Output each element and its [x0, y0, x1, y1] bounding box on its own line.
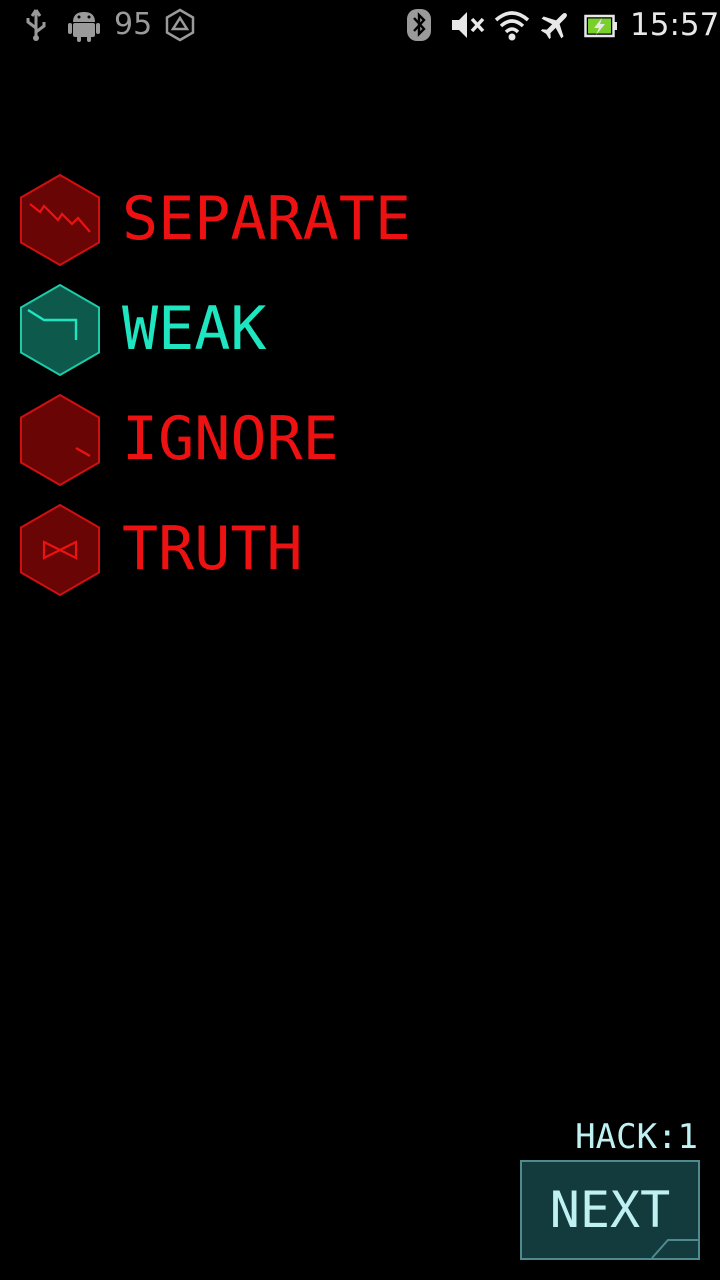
mute-icon [450, 8, 486, 46]
glyph-hack-screen: 95 15:57 SEPARATE WEAK IGNORE TRUTH HACK… [0, 0, 720, 1280]
glyph-word: IGNORE [122, 404, 339, 474]
glyph-word: SEPARATE [122, 184, 411, 254]
weak-glyph-icon [20, 284, 100, 376]
hack-counter: HACK:1 [575, 1117, 698, 1157]
glyph-row-separate: SEPARATE [18, 174, 618, 266]
android-icon [68, 8, 100, 46]
glyph-row-weak: WEAK [18, 284, 618, 376]
bluetooth-icon [406, 8, 432, 46]
ignore-glyph-icon [20, 394, 100, 486]
usb-icon [24, 8, 48, 46]
truth-glyph-icon [20, 504, 100, 596]
next-button[interactable]: NEXT [520, 1160, 700, 1260]
battery-charging-icon [584, 12, 618, 44]
glyph-word: TRUTH [122, 514, 303, 584]
wifi-icon [494, 8, 530, 46]
glyph-row-truth: TRUTH [18, 504, 618, 596]
clock: 15:57 [630, 7, 720, 43]
separate-glyph-icon [20, 174, 100, 266]
status-bar: 95 15:57 [0, 0, 720, 50]
glyph-word: WEAK [122, 294, 267, 364]
battery-level-text: 95 [114, 7, 153, 42]
glyph-row-ignore: IGNORE [18, 394, 618, 486]
next-button-label: NEXT [549, 1181, 671, 1239]
airplane-icon [538, 8, 572, 46]
ingress-icon [164, 8, 196, 46]
